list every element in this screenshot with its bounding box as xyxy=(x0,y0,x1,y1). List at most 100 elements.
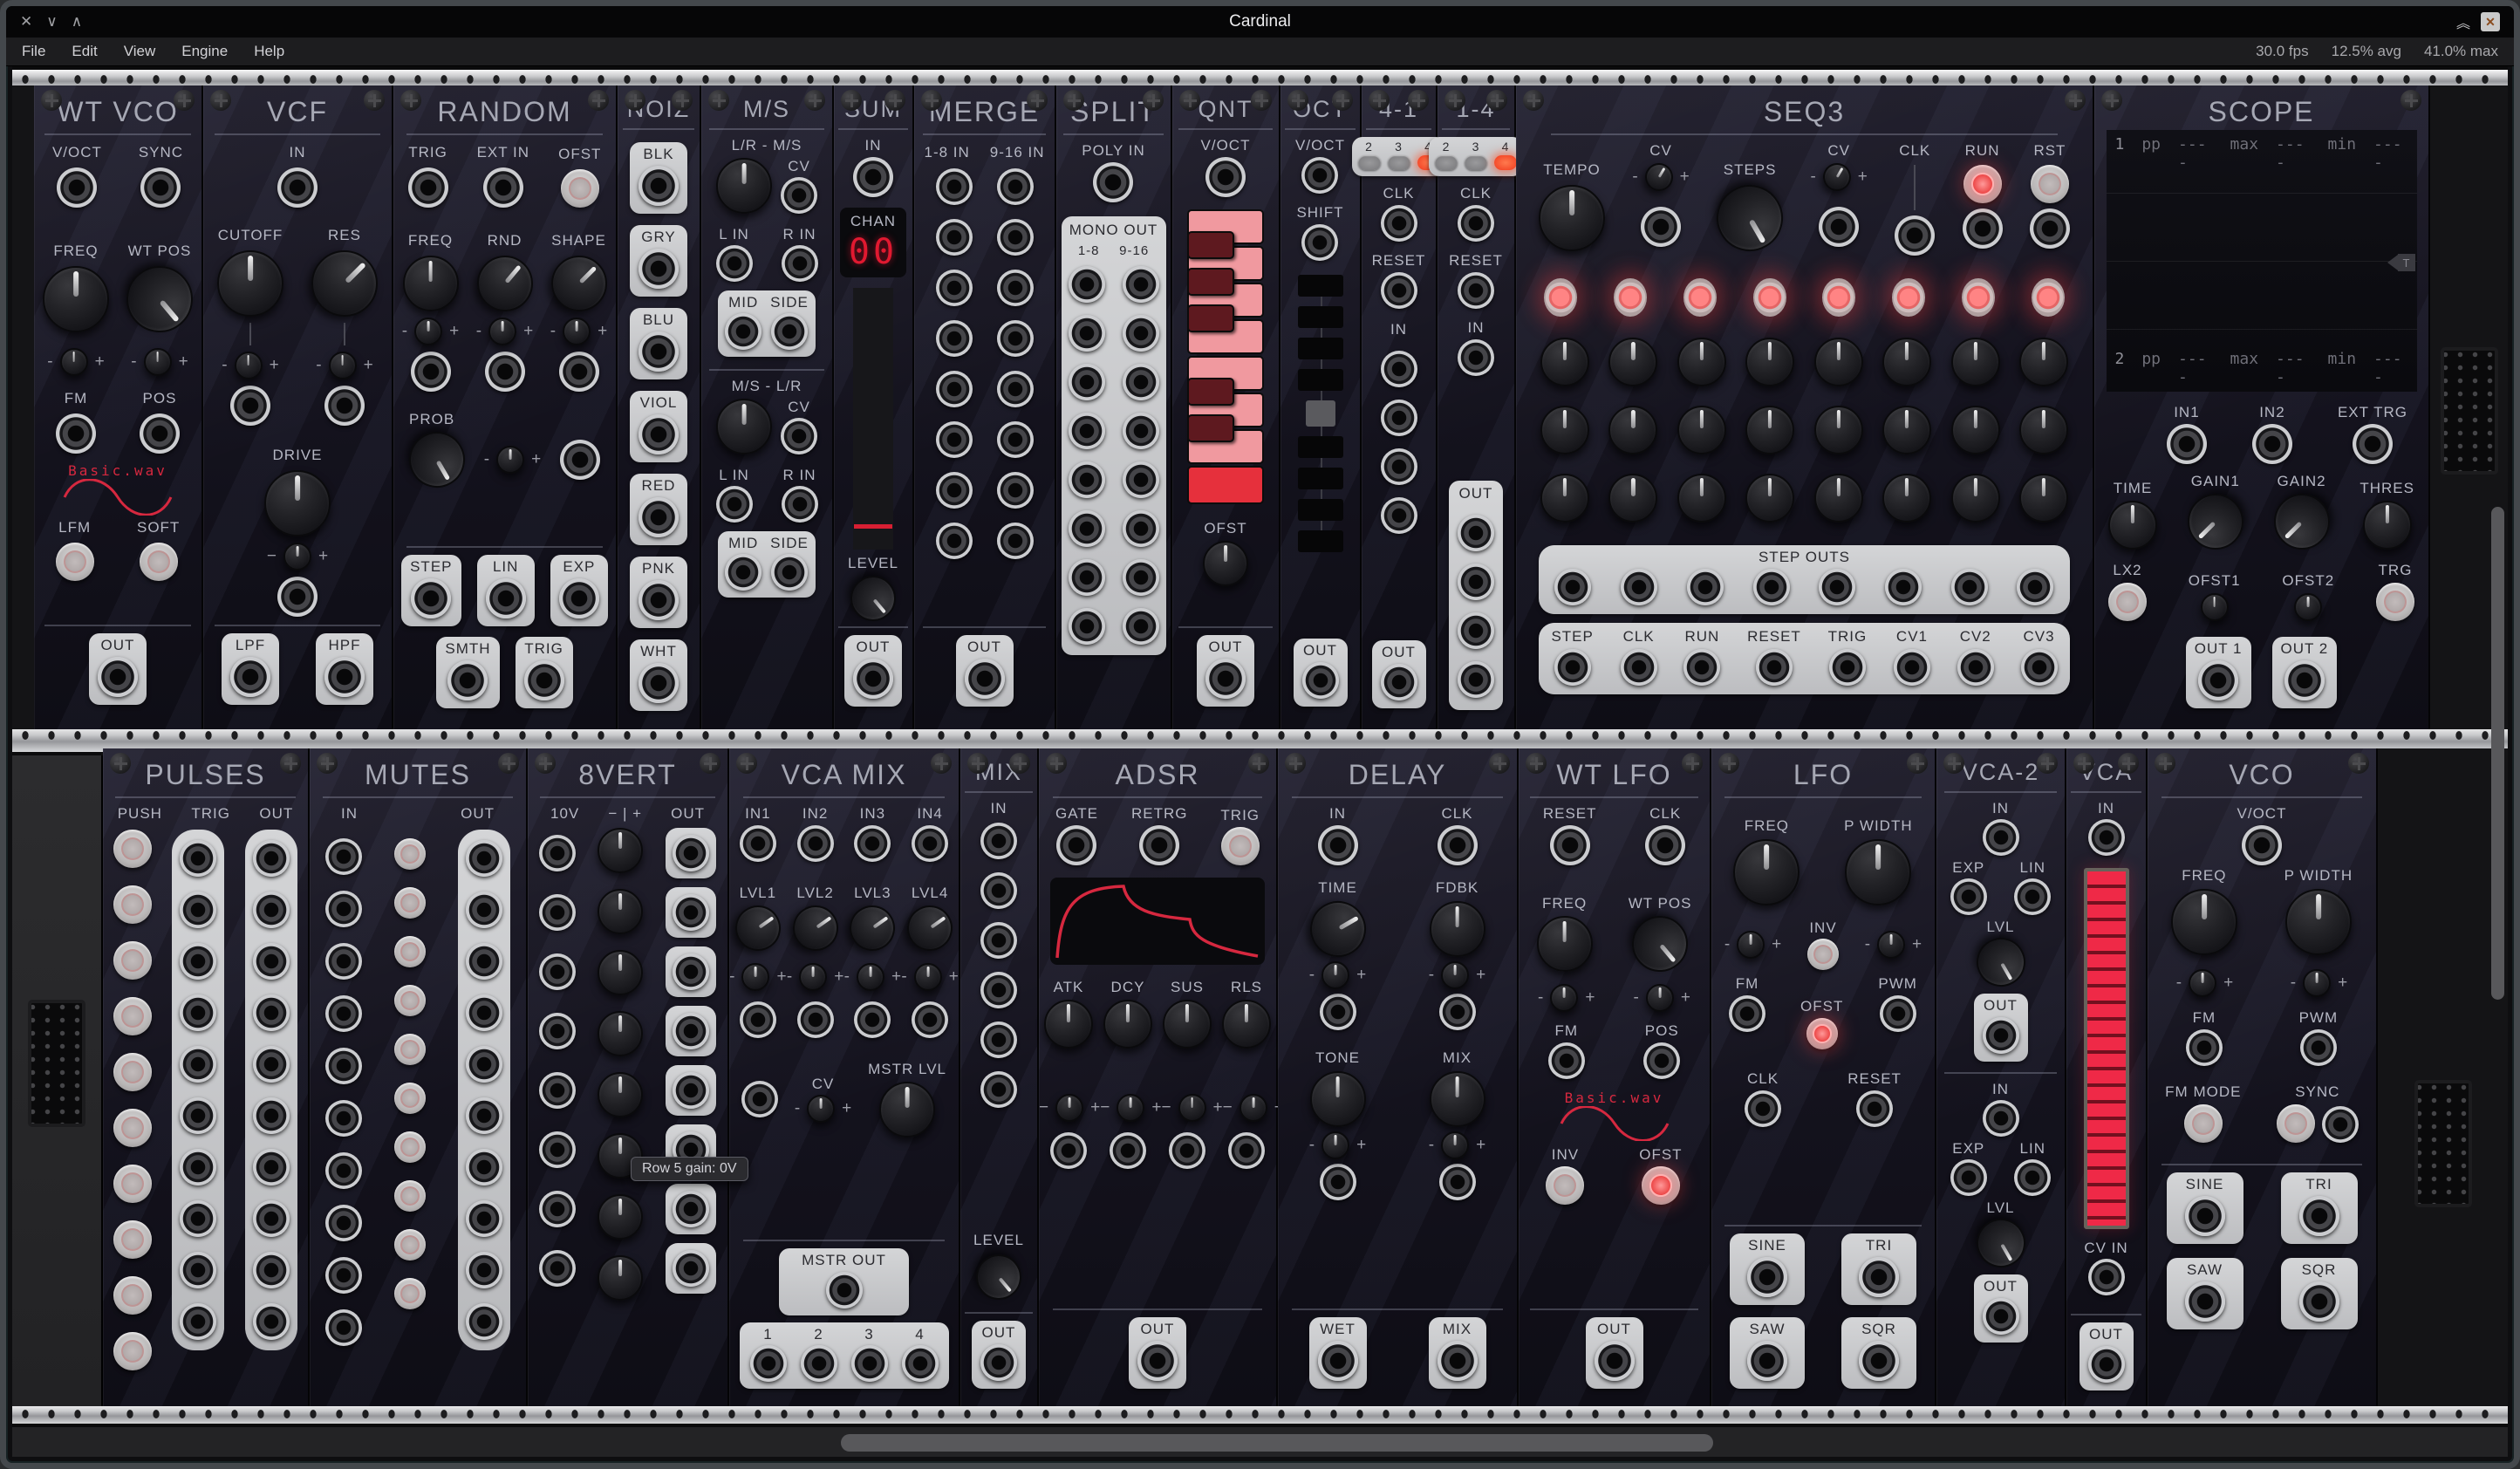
module-noiz[interactable]: NOIZ BLK GRY BLU VIOL RED PNK WHT xyxy=(618,85,701,729)
gain-knob[interactable] xyxy=(598,889,643,934)
pwm-trim[interactable] xyxy=(2303,969,2331,997)
in-port[interactable] xyxy=(853,157,893,197)
smth-out-port[interactable] xyxy=(447,660,488,700)
mute-in-port[interactable] xyxy=(325,1152,362,1189)
split-out-port[interactable] xyxy=(1123,608,1159,645)
out4-port[interactable] xyxy=(1458,661,1494,698)
mute-out-port[interactable] xyxy=(466,943,502,980)
poly-out-port[interactable] xyxy=(965,659,1005,699)
octave-selector[interactable] xyxy=(1298,275,1343,552)
drive-knob[interactable] xyxy=(264,470,331,536)
cv-in-port[interactable] xyxy=(2088,1259,2125,1295)
pos-trim[interactable] xyxy=(1646,984,1674,1012)
shift-port[interactable] xyxy=(1301,224,1338,261)
steps-cv-trim[interactable] xyxy=(1818,158,1856,196)
trig-port[interactable] xyxy=(408,167,448,208)
mute-button[interactable] xyxy=(394,1083,426,1114)
level-knob[interactable] xyxy=(966,1245,1030,1308)
mute-in-port[interactable] xyxy=(325,1048,362,1084)
mix-knob[interactable] xyxy=(1430,1071,1485,1127)
cv-trim[interactable] xyxy=(857,963,884,991)
time-knob[interactable] xyxy=(1300,891,1376,967)
tone-trim[interactable] xyxy=(1321,1131,1349,1159)
step-out-port[interactable] xyxy=(1885,569,1922,605)
in4-port[interactable] xyxy=(1381,497,1417,534)
blk-out-port[interactable] xyxy=(639,166,679,206)
merge-in-port[interactable] xyxy=(936,320,973,357)
freq-knob[interactable] xyxy=(1537,916,1593,972)
cv1-step-knob[interactable] xyxy=(1745,338,1794,386)
cv3-step-knob[interactable] xyxy=(1951,474,2000,523)
cv1-step-knob[interactable] xyxy=(1540,338,1589,386)
in4-port[interactable] xyxy=(912,825,948,862)
chan-4-button-active[interactable] xyxy=(1494,155,1517,170)
out2-port[interactable] xyxy=(2284,660,2325,700)
level-knob[interactable] xyxy=(841,566,905,630)
out1-port[interactable] xyxy=(1458,515,1494,551)
tempo-cv-trim[interactable] xyxy=(1640,158,1678,196)
decode-knob[interactable] xyxy=(716,399,772,454)
cv-port[interactable] xyxy=(740,1001,776,1038)
step-out-port[interactable] xyxy=(411,578,451,618)
wavetable-name[interactable]: Basic.wav xyxy=(68,462,167,479)
gain-knob[interactable] xyxy=(598,828,643,873)
res-cv-trim[interactable] xyxy=(329,352,357,379)
module-merge[interactable]: MERGE 1-8 IN 9-16 IN OUT xyxy=(914,85,1056,729)
step-out-port[interactable] xyxy=(1753,569,1790,605)
clk-port[interactable] xyxy=(1438,825,1478,865)
ch1-out-port[interactable] xyxy=(750,1345,787,1382)
vert-in-port[interactable] xyxy=(539,894,576,931)
r-in2-port[interactable] xyxy=(782,486,818,523)
pwm-port[interactable] xyxy=(1880,995,1916,1032)
shape-knob[interactable] xyxy=(539,244,618,324)
fm-port[interactable] xyxy=(1548,1042,1585,1079)
cv-port[interactable] xyxy=(1050,1132,1087,1169)
reset-out-port[interactable] xyxy=(1756,649,1793,686)
hpf-out-port[interactable] xyxy=(324,657,365,697)
merge-in-port[interactable] xyxy=(997,523,1034,559)
menu-edit[interactable]: Edit xyxy=(72,43,97,60)
clk-port[interactable] xyxy=(1745,1090,1781,1127)
module-scope[interactable]: SCOPE 1pp----max----min---- T 2pp----max… xyxy=(2094,85,2430,729)
cv3-step-knob[interactable] xyxy=(1882,474,1931,523)
merge-in-port[interactable] xyxy=(936,371,973,407)
merge-in-port[interactable] xyxy=(936,168,973,205)
chan-3-button[interactable] xyxy=(1465,155,1487,170)
in-port[interactable] xyxy=(2088,819,2125,856)
vert-in-port[interactable] xyxy=(539,1191,576,1227)
time-knob[interactable] xyxy=(2108,501,2157,550)
mute-button[interactable] xyxy=(394,1229,426,1261)
steps-cv-port[interactable] xyxy=(1819,207,1859,247)
merge-in-port[interactable] xyxy=(997,371,1034,407)
cv-port[interactable] xyxy=(1169,1132,1205,1169)
fdbk-knob[interactable] xyxy=(1430,901,1485,957)
merge-in-port[interactable] xyxy=(997,168,1034,205)
key-f-sharp[interactable] xyxy=(1187,304,1234,332)
sine-out-port[interactable] xyxy=(2185,1196,2225,1236)
split-out-port[interactable] xyxy=(1069,510,1105,547)
chan-2-button[interactable] xyxy=(1358,155,1381,170)
saw-out-port[interactable] xyxy=(1747,1341,1787,1381)
out2-port[interactable] xyxy=(1983,1298,2019,1335)
gain-knob[interactable] xyxy=(598,1072,643,1117)
sqr-out-port[interactable] xyxy=(2299,1281,2339,1322)
cv1-step-knob[interactable] xyxy=(1677,338,1726,386)
push-button[interactable] xyxy=(113,997,152,1035)
run-port[interactable] xyxy=(1963,208,2003,249)
shape-cv-port[interactable] xyxy=(559,352,599,392)
reset-port[interactable] xyxy=(1381,272,1417,309)
vert-out-port[interactable] xyxy=(673,1013,709,1049)
rst-button[interactable] xyxy=(2031,165,2069,203)
prob-knob[interactable] xyxy=(399,421,475,497)
voct-port[interactable] xyxy=(2242,825,2282,865)
in3-port[interactable] xyxy=(1381,448,1417,485)
module-delay[interactable]: DELAY IN CLK TIME-+ FDBK-+ TONE-+ MIX-+ … xyxy=(1278,748,1519,1406)
module-lfo[interactable]: LFO FREQ P WIDTH -+ INV -+ FM OFST PWM xyxy=(1711,748,1936,1406)
menu-view[interactable]: View xyxy=(124,43,156,60)
gain-knob[interactable] xyxy=(598,1011,643,1056)
mute-button[interactable] xyxy=(394,1278,426,1309)
trig-in-port[interactable] xyxy=(180,994,216,1031)
cv-port[interactable] xyxy=(797,1001,834,1038)
in1-port[interactable] xyxy=(740,825,776,862)
split-out-port[interactable] xyxy=(1069,315,1105,352)
